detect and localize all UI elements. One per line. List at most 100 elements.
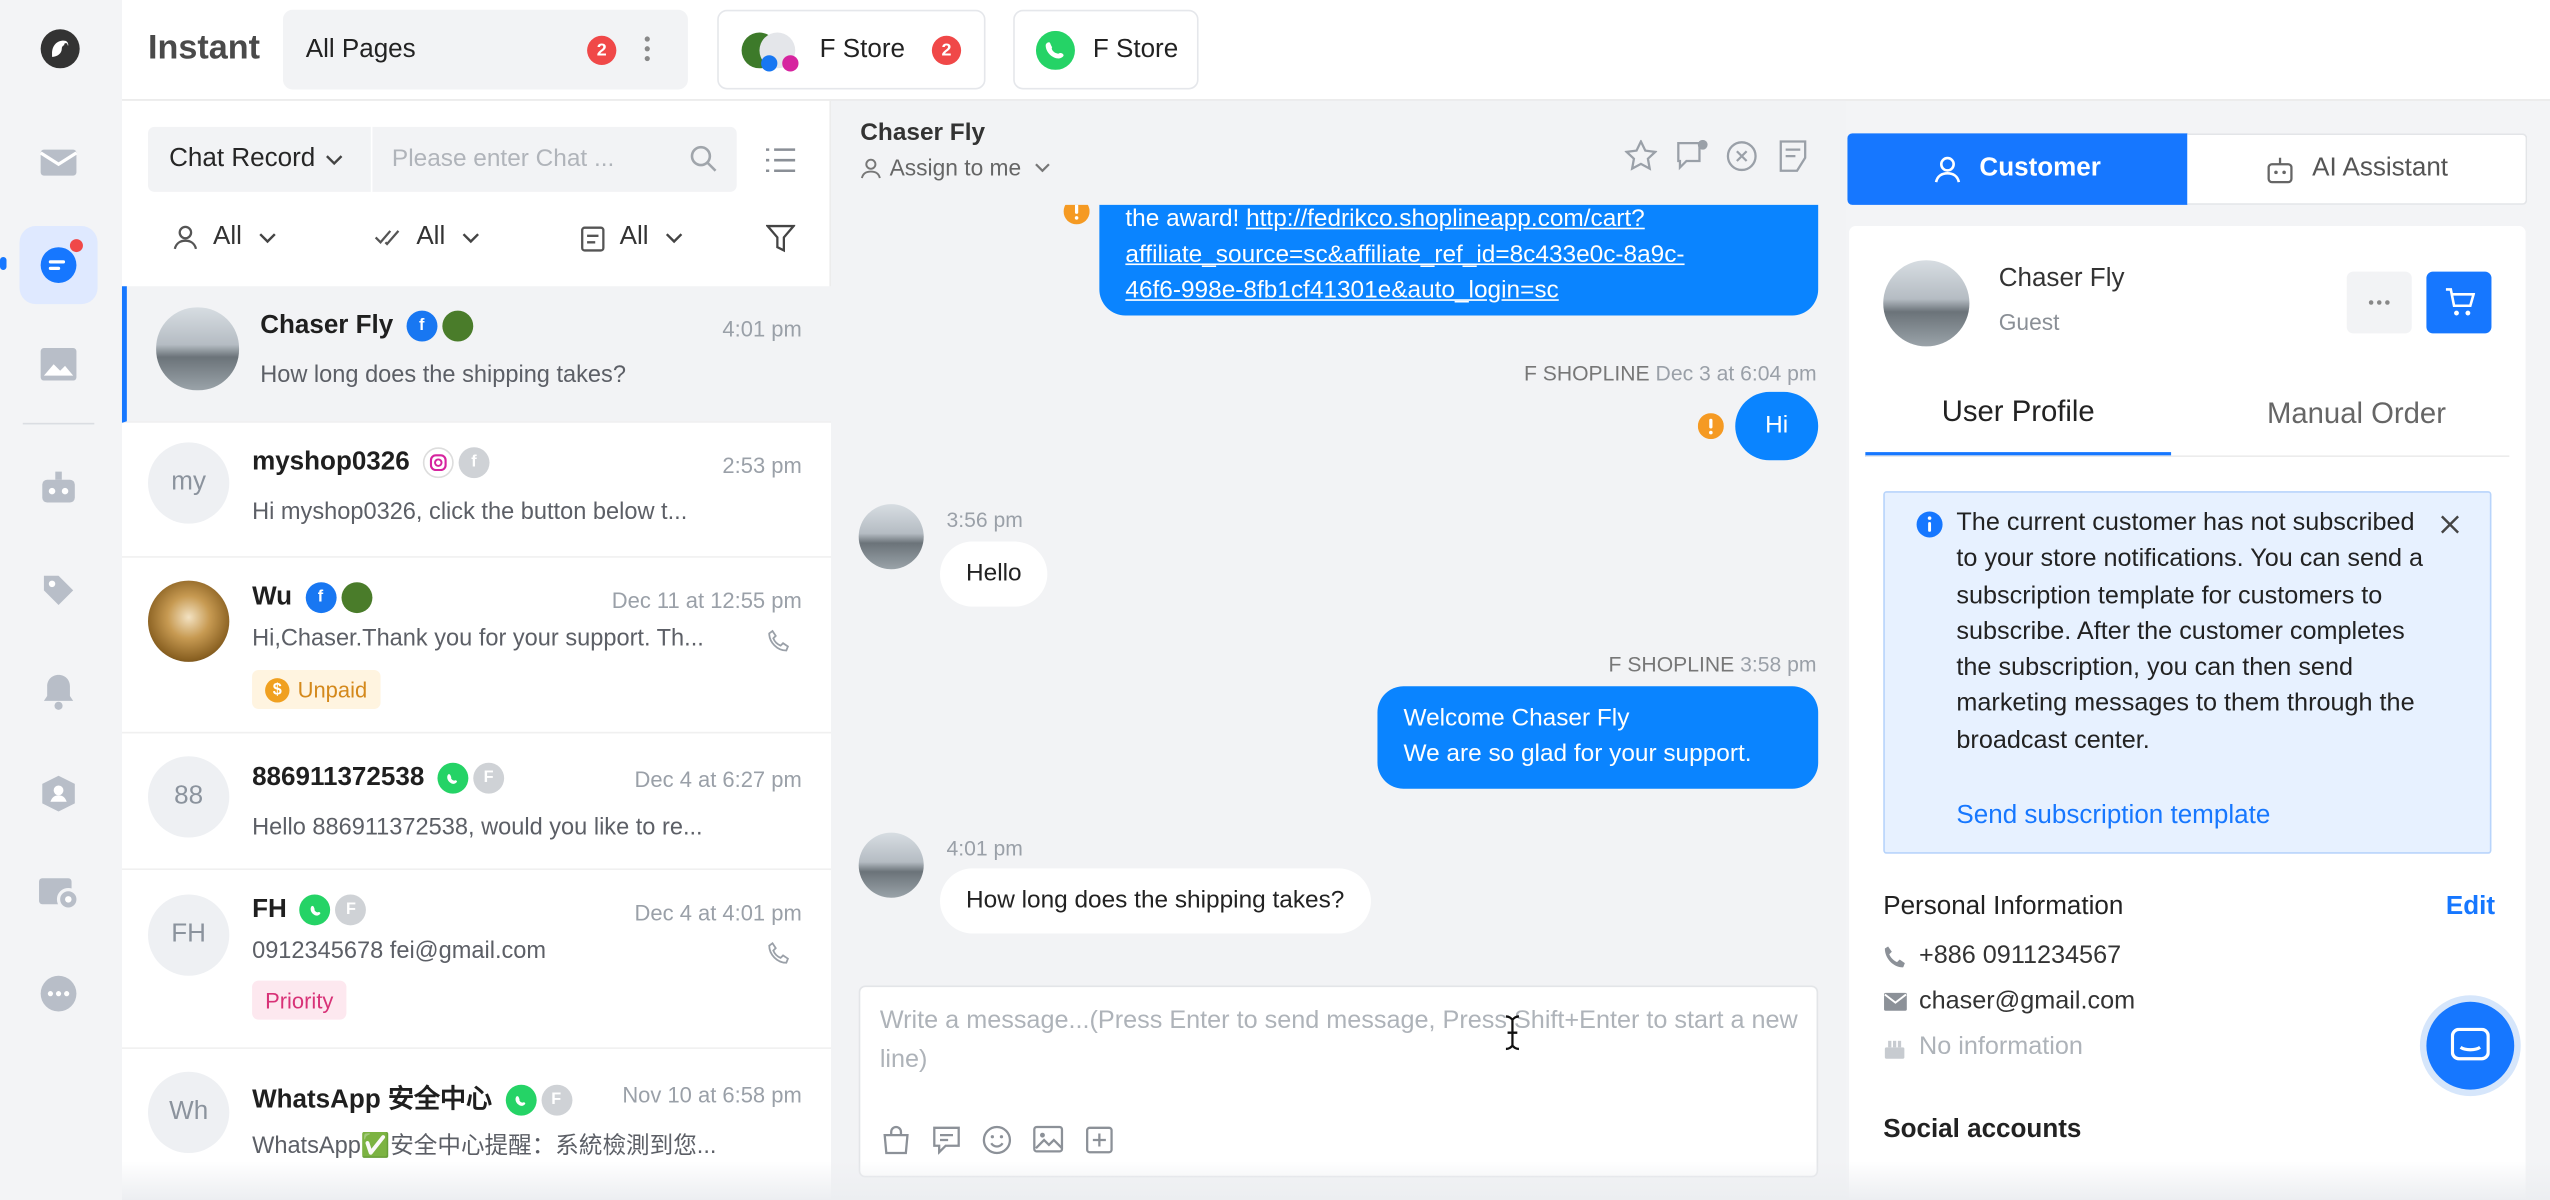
chevron-down-icon [258,232,276,243]
resolve-icon[interactable] [1778,140,1809,173]
phone-value: +886 0911234567 [1919,941,2122,970]
app-title: Instant [147,29,260,67]
avatar [156,307,240,391]
edit-link[interactable]: Edit [2446,893,2495,922]
tab-f-store-whatsapp[interactable]: F Store [1013,9,1199,90]
search-icon[interactable] [690,145,718,173]
notification-dot [68,237,85,254]
conversation-item[interactable]: Wu f Dec 11 at 12:55 pm Hi,Chaser.Thank y… [121,557,832,734]
message-link[interactable]: http://fedrikco.shoplineapp.com/cart? [1246,205,1645,233]
image-icon[interactable] [1033,1125,1064,1153]
cart-button[interactable] [2426,271,2492,334]
tab-label: AI Assistant [2312,154,2449,183]
block-icon[interactable] [1725,140,1758,173]
conversation-item[interactable]: Chaser Fly f 4:01 pm How long does the sh… [121,286,832,423]
social-accounts-title: Social accounts [1883,1115,2082,1144]
message-bubble-outgoing: the award! http://fedrikco.shoplineapp.c… [1099,204,1819,316]
status-tag-priority: Priority [252,980,347,1020]
status-filter[interactable]: All [374,223,479,252]
unread-badge: 2 [931,35,962,66]
subscription-notice: The current customer has not subscribed … [1883,491,2492,854]
avatar [147,580,230,662]
funnel-icon[interactable] [765,224,796,253]
tab-manual-order[interactable]: Manual Order [2204,371,2510,457]
timestamp: Dec 4 at 6:27 pm [634,767,802,792]
tag-icon[interactable] [20,551,98,629]
chat-type-select[interactable]: Chat Record [147,126,371,192]
ellipsis-icon [2368,300,2390,305]
contact-name: myshop0326 f [252,447,490,479]
tab-label: F Store [1092,34,1179,63]
contact-name: FH F [252,894,367,926]
clipboard-icon [581,225,605,251]
settings-icon[interactable] [20,854,98,932]
send-subscription-link[interactable]: Send subscription template [1956,802,2270,831]
email-row: chaser@gmail.com [1883,987,2135,1016]
chevron-down-icon [665,232,682,243]
facebook-icon: F [540,1085,572,1117]
unread-badge: 2 [587,35,617,66]
message-composer[interactable]: Write a message...(Press Enter to send m… [858,985,1819,1178]
double-check-icon [374,230,400,246]
tab-ai-assistant[interactable]: AI Assistant [2187,133,2528,205]
message-bubble-incoming: Hello [939,541,1048,607]
customer-card: Chaser Fly Guest User Profile Manual Ord… [1849,226,2526,1200]
message-preview: Hello 886911372538, would you like to re… [252,814,703,841]
chat-icon[interactable] [19,226,98,305]
bot-icon[interactable] [20,449,98,527]
message-link[interactable]: affiliate_source=sc&affiliate_ref_id=8c4… [1125,237,1792,273]
more-options-button[interactable] [2346,271,2412,334]
conversation-item[interactable]: 88 886911372538 F Dec 4 at 6:27 pm Hello … [121,733,832,871]
phone-icon [1884,945,1905,967]
message-link[interactable]: 46f6-998e-8fb1cf41301e&auto_login=sc [1125,273,1792,309]
tab-label: F Store [819,34,905,63]
close-icon[interactable] [2439,514,2460,535]
star-icon[interactable] [1624,139,1658,171]
media-icon[interactable] [20,325,98,403]
message-preview: WhatsApp✅安全中心提醒：系統檢測到您... [252,1133,717,1160]
conversation-item[interactable]: my myshop0326 f 2:53 pm Hi myshop0326, cl… [121,422,832,558]
customer-name: Chaser Fly [1998,265,2125,293]
assign-label: Assign to me [889,154,1022,181]
bell-icon[interactable] [20,652,98,730]
search-input[interactable]: Please enter Chat ... [372,126,737,192]
contact-name: WhatsApp 安全中心 F [252,1077,572,1117]
more-icon[interactable] [20,955,98,1033]
tab-customer[interactable]: Customer [1847,133,2188,205]
timestamp: 2:53 pm [722,453,802,479]
tab-all-pages[interactable]: All Pages 2 [282,9,688,90]
chevron-down-icon [1035,163,1050,173]
message-bubble-outgoing: Welcome Chaser Fly We are so glad for yo… [1377,686,1819,789]
list-view-icon[interactable] [765,148,796,173]
assignee-filter[interactable]: All [172,223,276,252]
message-time: 3:56 pm [946,507,1023,532]
message-text: Welcome Chaser Fly [1403,704,1630,732]
bag-icon[interactable] [881,1125,910,1155]
app-logo-icon [39,28,81,70]
bottom-scroll-edge [121,1161,2550,1200]
template-icon[interactable] [1085,1125,1114,1154]
tab-label: Customer [1979,154,2101,183]
chevron-down-icon [462,232,479,243]
filter-label: All [213,222,242,251]
emoji-icon[interactable] [982,1125,1012,1155]
customer-icon[interactable] [20,755,98,833]
quick-reply-icon[interactable] [932,1125,961,1155]
divider [22,422,95,425]
kebab-icon[interactable] [644,36,651,62]
conversation-item[interactable]: FH FH F Dec 4 at 4:01 pm 0912345678 fei@g… [121,870,832,1049]
help-chat-button[interactable] [2426,1001,2515,1090]
note-icon[interactable] [1675,139,1709,171]
whatsapp-icon [299,894,331,926]
inbox-icon[interactable] [20,124,98,202]
tab-user-profile[interactable]: User Profile [1865,371,2172,457]
phone-icon [768,941,791,965]
chat-panel: Chaser Fly Assign to me the award! http:… [831,100,1846,1200]
customer-panel: Customer AI Assistant Chaser Fly Guest U… [1845,100,2550,1200]
category-filter[interactable]: All [581,223,683,252]
assign-dropdown[interactable]: Assign to me [860,154,1050,181]
message-preview: 0912345678 fei@gmail.com [252,938,547,965]
tab-f-store-facebook[interactable]: F Store 2 [717,9,986,90]
facebook-icon: F [335,894,367,926]
message-meta: F SHOPLINE Dec 3 at 6:04 pm [1523,361,1817,386]
